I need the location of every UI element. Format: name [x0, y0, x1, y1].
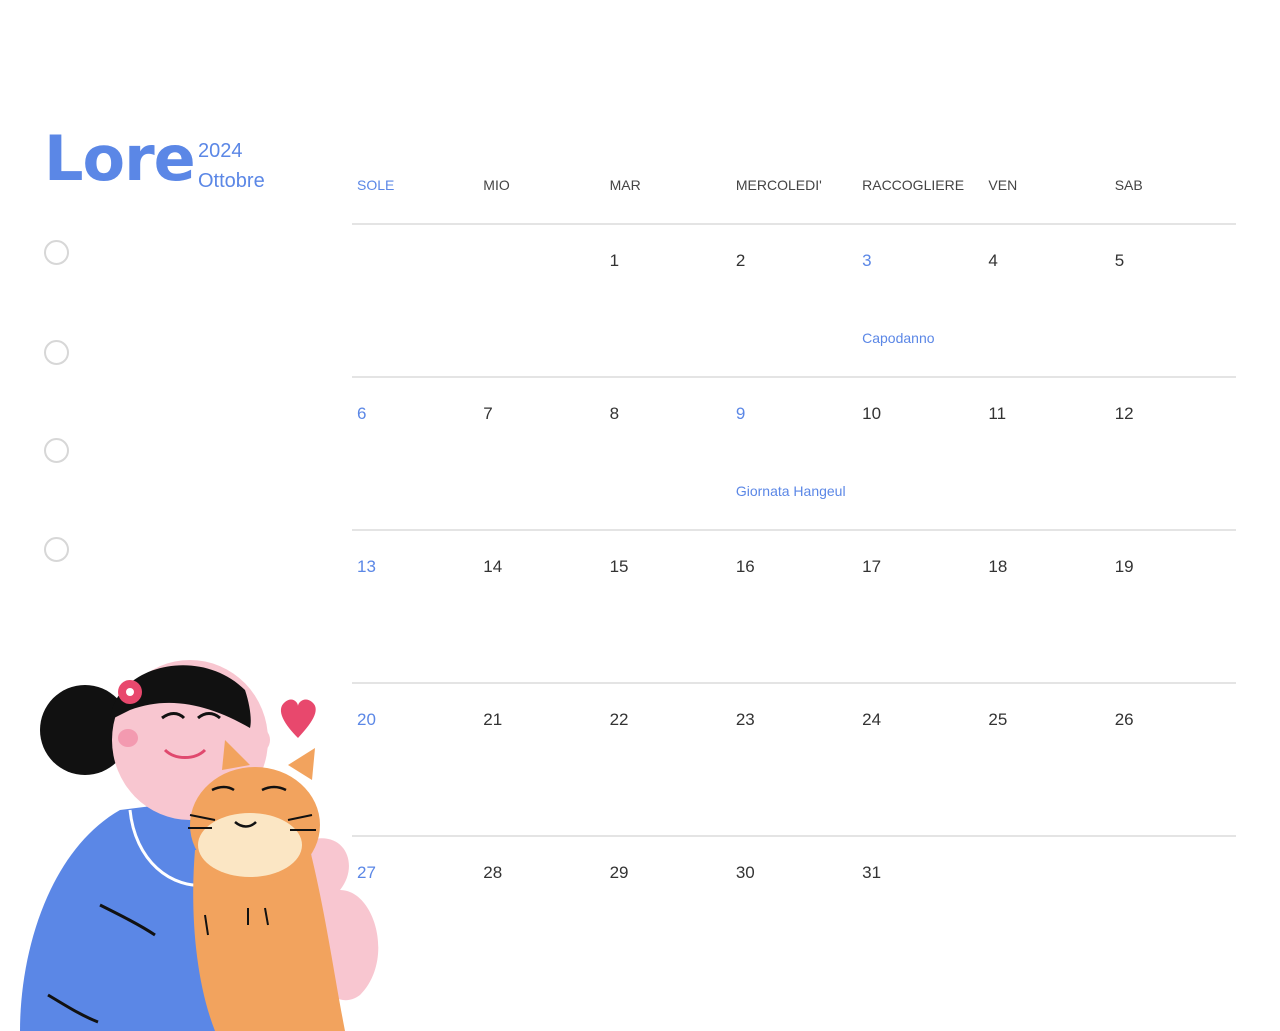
day-number: 15 — [609, 557, 629, 576]
day-number: 28 — [483, 863, 503, 882]
checklist-circle[interactable] — [44, 438, 69, 463]
calendar-day-cell[interactable]: 4 — [983, 225, 1109, 376]
weekday-label: VEN — [988, 177, 1018, 193]
day-number: 9 — [735, 404, 746, 423]
day-number: 12 — [1114, 404, 1134, 423]
day-number: 24 — [862, 710, 882, 729]
checklist-circle[interactable] — [44, 537, 69, 562]
day-number: 5 — [1114, 251, 1125, 270]
day-number: 30 — [735, 863, 755, 882]
day-number: 31 — [862, 863, 882, 882]
day-number: 11 — [988, 404, 1007, 423]
calendar-day-cell[interactable]: 6 — [352, 378, 478, 529]
day-number: 29 — [609, 863, 629, 882]
calendar-week-row: 20 21 22 23 24 25 26 — [352, 684, 1236, 837]
weekday-label: MERCOLEDI' — [735, 177, 822, 193]
calendar-day-cell[interactable]: 16 — [731, 531, 857, 682]
event-label: Capodanno — [862, 330, 935, 346]
calendar-day-cell[interactable]: 23 — [731, 684, 857, 835]
calendar-day-cell[interactable]: 30 — [731, 837, 857, 988]
day-number: 21 — [483, 710, 503, 729]
calendar-day-cell[interactable]: 25 — [983, 684, 1109, 835]
calendar-day-cell[interactable]: 1 — [605, 225, 731, 376]
calendar-week-row: 6 7 8 9 Giornata Hangeul 10 11 12 — [352, 378, 1236, 531]
weekday-label: SOLE — [357, 177, 395, 193]
calendar-week-row: 1 2 3 Capodanno 4 5 — [352, 225, 1236, 378]
calendar-day-cell[interactable]: 29 — [605, 837, 731, 988]
calendar-day-cell[interactable]: 8 — [605, 378, 731, 529]
calendar-day-cell[interactable]: 14 — [478, 531, 604, 682]
calendar-weeks: 1 2 3 Capodanno 4 5 6 7 8 9 Giornata Hangeul 10 11 12… — [352, 225, 1236, 988]
weekday-label: SAB — [1114, 177, 1143, 193]
calendar-day-cell[interactable]: 5 — [1110, 225, 1236, 376]
calendar-year: 2024 — [198, 140, 243, 162]
day-number: 17 — [862, 557, 882, 576]
weekday-label: RACCOGLIERE — [862, 177, 965, 193]
calendar-day-cell[interactable]: 17 — [857, 531, 983, 682]
day-number: 4 — [988, 251, 998, 270]
day-number: 6 — [357, 404, 367, 423]
calendar-day-cell — [1110, 837, 1236, 988]
day-number: 16 — [735, 557, 755, 576]
brand-logo: Lore — [44, 122, 196, 195]
calendar-grid: SOLE MIO MAR MERCOLEDI' RACCOGLIERE VEN SAB 12… — [352, 172, 1236, 988]
calendar-day-cell[interactable]: 22 — [605, 684, 731, 835]
calendar-day-cell[interactable]: 26 — [1110, 684, 1236, 835]
calendar-day-cell[interactable]: 19 — [1110, 531, 1236, 682]
day-number: 13 — [357, 557, 376, 576]
girl-hugging-cat-illustration — [20, 660, 379, 1031]
day-number: 22 — [609, 710, 629, 729]
calendar-day-cell[interactable]: 21 — [478, 684, 604, 835]
day-number: 18 — [988, 557, 1008, 576]
calendar-day-cell[interactable]: 11 — [983, 378, 1109, 529]
day-number: 10 — [862, 404, 882, 423]
day-number: 1 — [609, 251, 620, 270]
weekday-label: MIO — [483, 177, 510, 193]
calendar-day-cell[interactable]: 24 — [857, 684, 983, 835]
checklist-circle[interactable] — [44, 340, 69, 365]
day-number: 26 — [1114, 710, 1134, 729]
calendar-day-cell[interactable]: 12 — [1110, 378, 1236, 529]
calendar-day-cell[interactable]: 18 — [983, 531, 1109, 682]
day-number: 19 — [1114, 557, 1134, 576]
calendar-day-cell[interactable]: 2 — [731, 225, 857, 376]
day-number: 7 — [483, 404, 493, 423]
calendar-day-cell — [352, 225, 478, 376]
day-number: 14 — [483, 557, 503, 576]
calendar-month: Ottobre — [198, 170, 265, 192]
weekday-header: SOLE MIO MAR MERCOLEDI' RACCOGLIERE VEN SAB — [352, 172, 1236, 225]
calendar-week-row: 13 14 15 16 17 18 19 — [352, 531, 1236, 684]
calendar-day-cell[interactable]: 28 — [478, 837, 604, 988]
weekday-label: MAR — [609, 177, 641, 193]
day-number: 2 — [735, 251, 746, 270]
calendar-day-cell[interactable]: 7 — [478, 378, 604, 529]
day-number: 25 — [988, 710, 1008, 729]
calendar-day-cell — [478, 225, 604, 376]
calendar-day-cell[interactable]: 31 — [857, 837, 983, 988]
calendar-day-cell — [983, 837, 1109, 988]
day-number: 3 — [862, 251, 872, 270]
calendar-day-cell[interactable]: 9 Giornata Hangeul — [731, 378, 857, 529]
checklist-circle[interactable] — [44, 240, 69, 265]
event-label: Giornata Hangeul — [735, 483, 846, 499]
calendar-day-cell[interactable]: 3 Capodanno — [857, 225, 983, 376]
day-number: 8 — [609, 404, 620, 423]
calendar-day-cell[interactable]: 10 — [857, 378, 983, 529]
day-number: 23 — [735, 710, 755, 729]
calendar-week-row: 27 28 29 30 31 — [352, 837, 1236, 988]
calendar-day-cell[interactable]: 15 — [605, 531, 731, 682]
